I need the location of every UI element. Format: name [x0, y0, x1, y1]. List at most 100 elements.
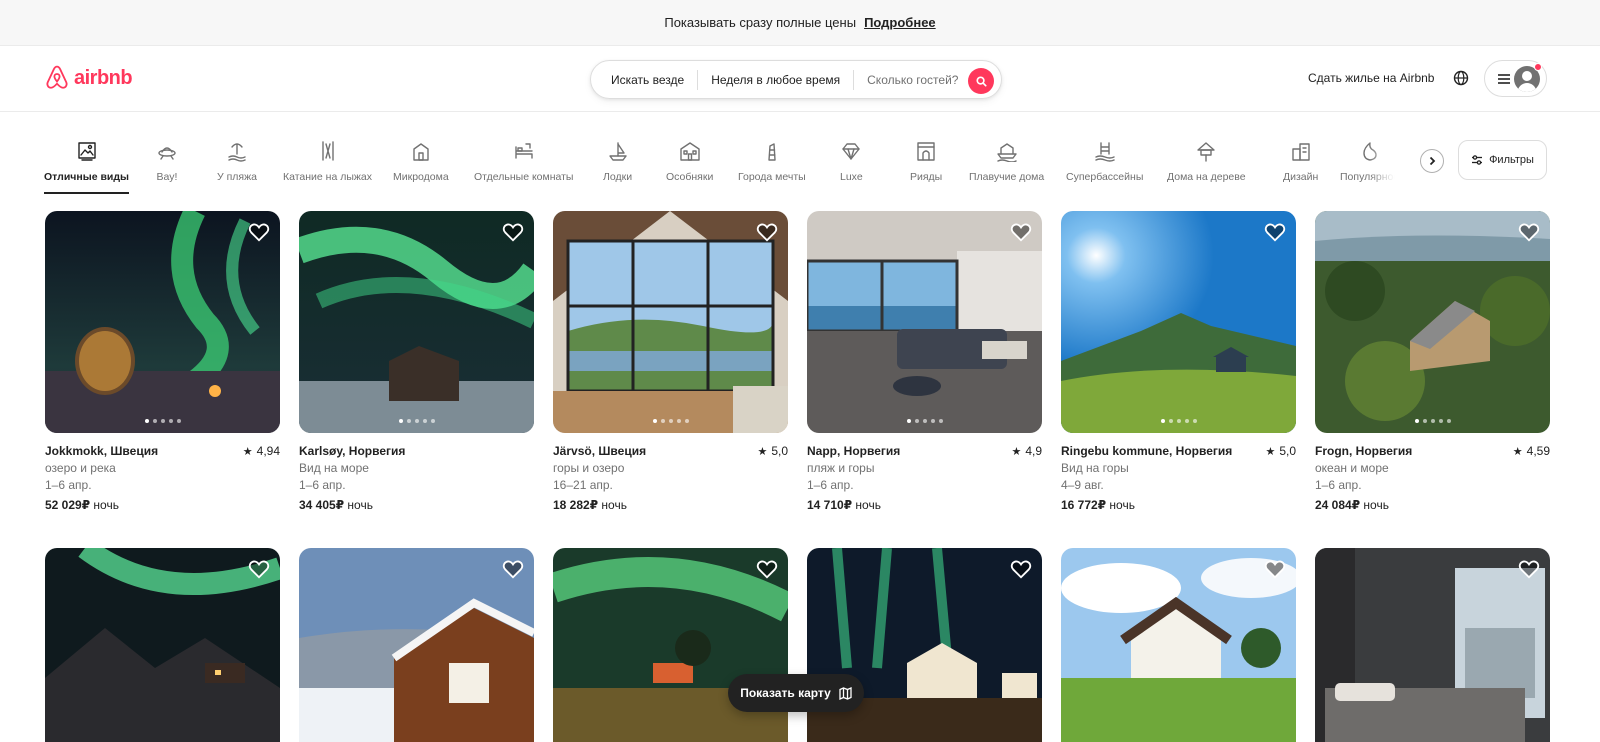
heart-icon[interactable]	[1264, 221, 1286, 243]
listing-photo[interactable]	[299, 211, 534, 433]
search-where[interactable]: Искать везде	[591, 70, 697, 90]
category-tab[interactable]: Дома на дереве	[1167, 136, 1246, 192]
heart-icon[interactable]	[502, 558, 524, 580]
category-label: Лодки	[603, 171, 633, 183]
star-icon: ★	[757, 445, 768, 458]
listing-photo[interactable]	[553, 211, 788, 433]
heart-icon[interactable]	[1010, 558, 1032, 580]
listing-rating-value: 5,0	[771, 444, 788, 458]
listing-title: Napp, Норвегия	[807, 444, 901, 458]
boat-icon	[608, 142, 627, 161]
heart-icon[interactable]	[502, 221, 524, 243]
category-tab[interactable]: Катание на лыжах	[283, 136, 372, 192]
category-label: Катание на лыжах	[283, 171, 373, 183]
sliders-icon	[1472, 155, 1483, 165]
category-tab[interactable]: Отличные виды	[44, 136, 129, 194]
listing-photo[interactable]	[553, 548, 788, 742]
filters-button[interactable]: Фильтры	[1458, 140, 1547, 180]
listing-photo[interactable]	[1061, 211, 1296, 433]
listing-card[interactable]	[807, 548, 1042, 742]
listing-price-value: 24 084₽	[1315, 498, 1361, 512]
listing-card[interactable]	[1061, 548, 1296, 742]
diamond-icon	[842, 143, 861, 160]
photo-pager	[1160, 419, 1197, 423]
listing-card[interactable]	[1315, 548, 1550, 742]
category-tab[interactable]: Вау!	[156, 136, 178, 192]
listing-price: 52 029₽ ночь	[45, 498, 280, 512]
listing-card[interactable]: Jokkmokk, Швеция ★ 4,94 озеро и река 1–6…	[45, 211, 280, 512]
listing-feature: озеро и река	[45, 461, 116, 475]
heart-icon[interactable]	[756, 558, 778, 580]
listing-photo[interactable]	[45, 211, 280, 433]
category-label: Дизайн	[1283, 171, 1319, 183]
category-tab[interactable]: Лодки	[603, 136, 632, 192]
treehouse-icon	[1197, 142, 1215, 162]
user-menu-button[interactable]	[1484, 60, 1547, 97]
listing-card[interactable]	[299, 548, 534, 742]
search-bar[interactable]: Искать везде Неделя в любое время Скольк…	[590, 60, 1002, 99]
category-tab[interactable]: Города мечты	[738, 136, 806, 192]
category-label: Особняки	[666, 171, 714, 183]
listing-photo[interactable]	[1315, 211, 1550, 433]
listing-price: 24 084₽ ночь	[1315, 498, 1550, 512]
category-tab[interactable]: У пляжа	[217, 136, 257, 192]
heart-icon[interactable]	[1264, 558, 1286, 580]
photo-pager	[398, 419, 435, 423]
category-tab[interactable]: Микродома	[393, 136, 449, 192]
listing-dates: 1–6 апр.	[45, 478, 92, 492]
host-link[interactable]: Сдать жилье на Airbnb	[1308, 71, 1434, 85]
riad-icon	[917, 142, 935, 161]
photo-pager	[652, 419, 689, 423]
category-label: Luxe	[840, 171, 863, 183]
ufo-icon	[158, 147, 176, 160]
category-tab[interactable]: Супербассейны	[1066, 136, 1143, 192]
listing-feature: пляж и горы	[807, 461, 875, 475]
category-tab[interactable]: Плавучие дома	[969, 136, 1044, 192]
heart-icon[interactable]	[248, 558, 270, 580]
star-icon: ★	[1512, 445, 1523, 458]
tiny-home-icon	[413, 143, 429, 161]
listing-card[interactable]: Karlsøy, Норвегия ★ Вид на море 1–6 апр.…	[299, 211, 534, 512]
price-banner: Показывать сразу полные цены Подробнее	[0, 0, 1600, 46]
airbnb-logo[interactable]: airbnb	[44, 64, 133, 92]
listing-photo[interactable]	[807, 211, 1042, 433]
listing-card[interactable]: Napp, Норвегия ★ 4,9 пляж и горы 1–6 апр…	[807, 211, 1042, 512]
listing-card[interactable]: Järvsö, Швеция ★ 5,0 горы и озеро 16–21 …	[553, 211, 788, 512]
listing-photo[interactable]	[1315, 548, 1550, 742]
heart-icon[interactable]	[248, 221, 270, 243]
listing-feature: Вид на море	[299, 461, 369, 475]
banner-learn-more-link[interactable]: Подробнее	[864, 15, 936, 30]
search-when[interactable]: Неделя в любое время	[698, 70, 853, 90]
search-button[interactable]	[968, 68, 994, 94]
heart-icon[interactable]	[1518, 221, 1540, 243]
show-map-button[interactable]: Показать карту	[728, 674, 864, 712]
listing-price: 14 710₽ ночь	[807, 498, 1042, 512]
heart-icon[interactable]	[1010, 221, 1032, 243]
category-tab[interactable]: Рияды	[910, 136, 942, 192]
category-tab[interactable]: Дизайн	[1283, 136, 1318, 192]
bed-icon	[515, 143, 533, 159]
listing-photo[interactable]	[45, 548, 280, 742]
listing-card[interactable]: Frogn, Норвегия ★ 4,59 океан и море 1–6 …	[1315, 211, 1550, 512]
listing-photo[interactable]	[807, 548, 1042, 742]
listing-card[interactable]: Ringebu kommune, Норвегия ★ 5,0 Вид на г…	[1061, 211, 1296, 512]
heart-icon[interactable]	[1518, 558, 1540, 580]
listing-card[interactable]	[45, 548, 280, 742]
category-tab[interactable]: Особняки	[666, 136, 713, 192]
photo-pager	[144, 419, 181, 423]
category-tab[interactable]: Отдельные комнаты	[474, 136, 573, 192]
listing-rating-value: 4,94	[256, 444, 280, 458]
category-tab[interactable]: Luxe	[840, 136, 863, 192]
listing-photo[interactable]	[1061, 548, 1296, 742]
listing-rating: ★ 5,0	[1265, 444, 1296, 458]
listing-rating: ★ 4,9	[1011, 444, 1042, 458]
filters-label: Фильтры	[1489, 154, 1534, 166]
category-next-button[interactable]	[1420, 149, 1444, 173]
search-guests[interactable]: Сколько гостей?	[854, 70, 971, 90]
listing-price-value: 16 772₽	[1061, 498, 1107, 512]
listing-card[interactable]	[553, 548, 788, 742]
heart-icon[interactable]	[756, 221, 778, 243]
globe-icon[interactable]	[1452, 69, 1470, 87]
category-label: Города мечты	[738, 171, 806, 183]
listing-photo[interactable]	[299, 548, 534, 742]
